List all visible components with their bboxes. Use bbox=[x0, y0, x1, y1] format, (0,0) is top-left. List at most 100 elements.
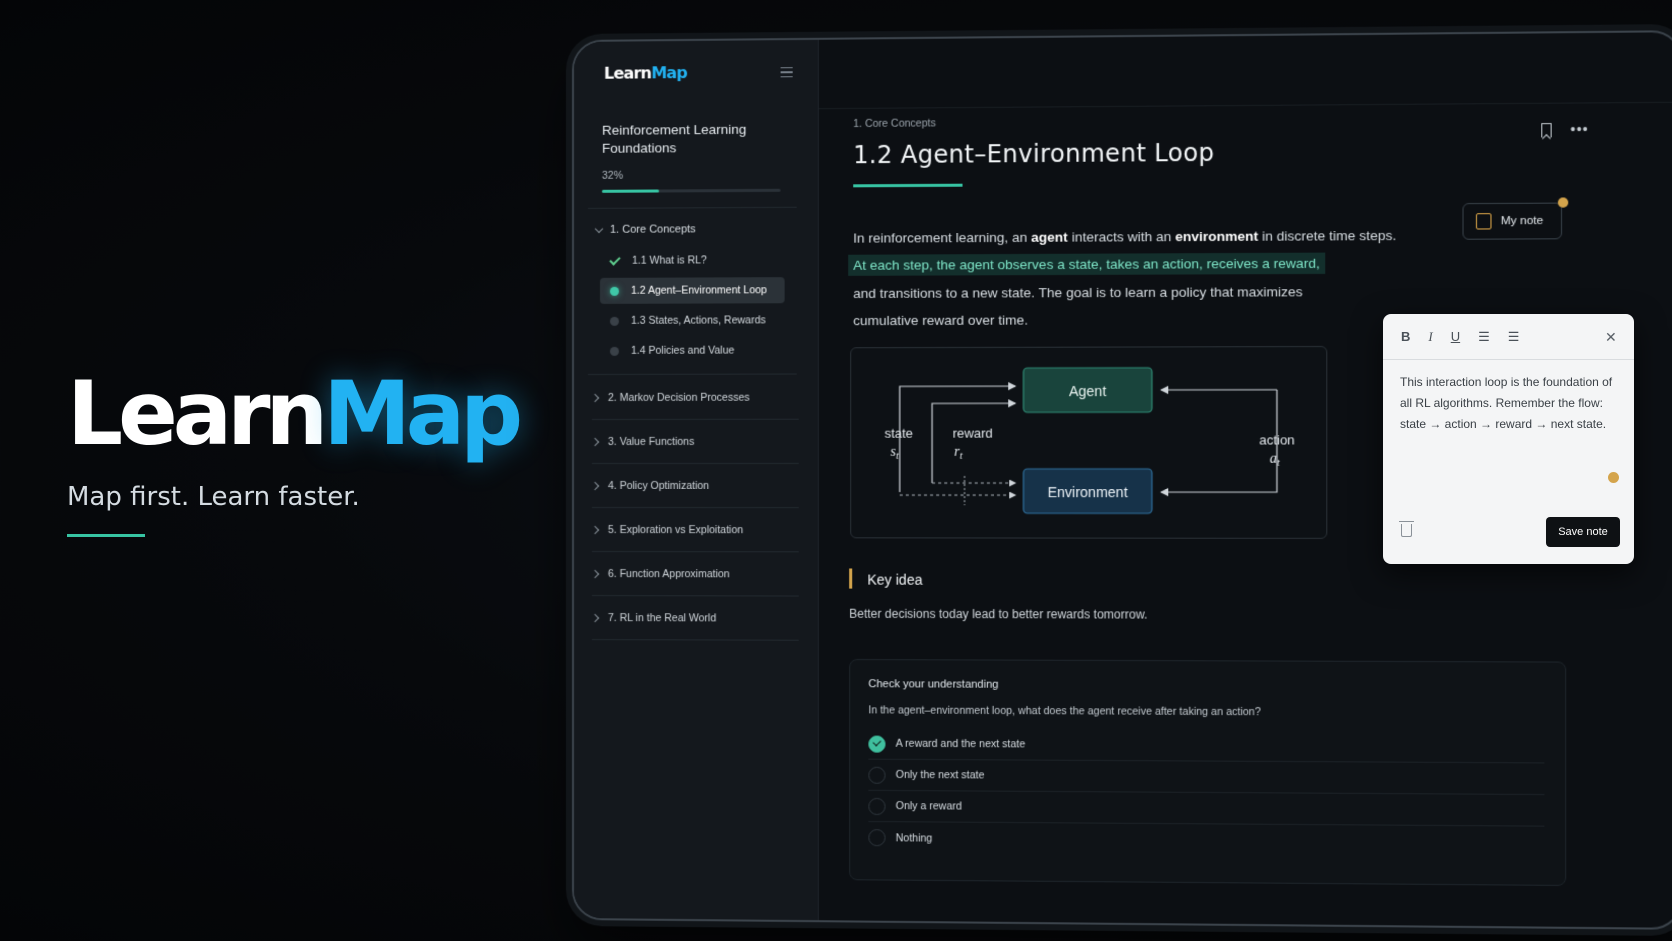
text-run: in discrete time steps. bbox=[1258, 227, 1397, 244]
action-symbol-letter: a bbox=[1270, 452, 1277, 467]
note-indicator-dot bbox=[1557, 197, 1569, 208]
brand-logo[interactable]: LearnMap bbox=[604, 63, 687, 83]
module-label: 1. Core Concepts bbox=[609, 223, 696, 236]
action-label: action bbox=[1259, 432, 1295, 447]
title-underline bbox=[853, 183, 963, 188]
sidebar-divider bbox=[587, 206, 797, 209]
breadcrumb[interactable]: 1. Core Concepts bbox=[853, 117, 936, 130]
quiz-option[interactable]: Nothing bbox=[868, 822, 1544, 858]
state-symbol: st bbox=[890, 445, 899, 462]
hero-logo: LearnMap bbox=[67, 370, 523, 458]
term-agent: agent bbox=[1031, 229, 1068, 245]
term-environment: environment bbox=[1175, 228, 1259, 245]
module-label: 2. Markov Decision Processes bbox=[607, 391, 750, 404]
agent-environment-diagram: Agent Environment state st reward rt act… bbox=[850, 346, 1327, 539]
note-toolbar: B I U ☰ ☰ bbox=[1383, 314, 1634, 360]
state-label: state bbox=[884, 426, 913, 441]
bold-button[interactable]: B bbox=[1401, 329, 1410, 344]
more-options-icon[interactable]: ••• bbox=[1570, 121, 1588, 137]
italic-button[interactable]: I bbox=[1428, 329, 1432, 345]
key-idea-text: Better decisions today lead to better re… bbox=[849, 606, 1148, 622]
radio-icon[interactable] bbox=[868, 829, 886, 847]
brand-map: Map bbox=[651, 63, 688, 83]
body-paragraph-line: In reinforcement learning, an agent inte… bbox=[853, 228, 1425, 246]
bookmark-icon[interactable] bbox=[1541, 123, 1552, 138]
save-note-button[interactable]: Save note bbox=[1546, 517, 1620, 547]
quiz-option[interactable]: Only a reward bbox=[868, 790, 1545, 827]
chevron-right-icon bbox=[590, 481, 600, 490]
note-text-area[interactable]: This interaction loop is the foundation … bbox=[1400, 372, 1620, 435]
menu-icon[interactable] bbox=[780, 67, 793, 78]
module-item[interactable]: 6. Function Approximation bbox=[590, 552, 799, 597]
text-run: interacts with an bbox=[1067, 228, 1176, 245]
module-core-concepts[interactable]: 1. Core Concepts bbox=[594, 223, 696, 236]
hero: LearnMap Map first. Learn faster. bbox=[67, 370, 523, 537]
module-label: 3. Value Functions bbox=[607, 435, 695, 448]
radio-checked-icon[interactable] bbox=[868, 735, 886, 753]
course-progress-fill bbox=[601, 189, 659, 193]
highlighted-sentence[interactable]: At each step, the agent observes a state… bbox=[848, 252, 1425, 276]
course-progress-bar bbox=[601, 188, 781, 193]
active-dot-icon bbox=[609, 286, 619, 296]
module-item[interactable]: 3. Value Functions bbox=[590, 419, 799, 464]
reward-symbol: rt bbox=[954, 445, 963, 462]
quiz-title: Check your understanding bbox=[868, 678, 999, 691]
text-run: In reinforcement learning, an bbox=[853, 229, 1032, 246]
note-icon bbox=[1475, 213, 1492, 230]
module-item[interactable]: 4. Policy Optimization bbox=[590, 463, 799, 509]
quiz-question: In the agent–environment loop, what does… bbox=[868, 704, 1261, 719]
brand-learn: Learn bbox=[603, 63, 652, 83]
lesson-what-is-rl[interactable]: 1.1 What is RL? bbox=[600, 247, 785, 274]
action-symbol: at bbox=[1270, 452, 1280, 469]
body-paragraph-line: and transitions to a new state. The goal… bbox=[853, 284, 1303, 301]
sidebar: LearnMap Reinforcement Learning Foundati… bbox=[573, 39, 819, 921]
quiz-card: Check your understanding In the agent–en… bbox=[849, 658, 1567, 886]
chevron-right-icon bbox=[590, 437, 600, 446]
agent-label: Agent bbox=[1069, 383, 1106, 399]
hero-logo-map: Map bbox=[323, 362, 523, 465]
lesson-states-actions-rewards[interactable]: 1.3 States, Actions, Rewards bbox=[600, 307, 785, 334]
chevron-right-icon bbox=[590, 613, 600, 622]
my-note-label: My note bbox=[1500, 214, 1544, 228]
module-item[interactable]: 5. Exploration vs Exploitation bbox=[590, 508, 799, 553]
chevron-right-icon bbox=[590, 569, 600, 578]
page-title: 1.2 Agent–Environment Loop bbox=[853, 138, 1215, 170]
topbar-divider bbox=[818, 101, 1672, 110]
reward-label: reward bbox=[953, 426, 993, 441]
module-item[interactable]: 7. RL in the Real World bbox=[590, 596, 799, 641]
bullet-list-icon[interactable]: ☰ bbox=[1478, 329, 1490, 345]
option-label: A reward and the next state bbox=[895, 737, 1026, 751]
hero-logo-learn: Learn bbox=[67, 362, 328, 465]
chevron-right-icon bbox=[590, 393, 600, 402]
dot-icon bbox=[609, 346, 619, 356]
lesson-policies-and-value[interactable]: 1.4 Policies and Value bbox=[600, 337, 785, 364]
module-item[interactable]: 2. Markov Decision Processes bbox=[590, 375, 799, 420]
reward-arrow bbox=[932, 403, 1015, 483]
lesson-label: 1.1 What is RL? bbox=[631, 254, 707, 267]
module-label: 5. Exploration vs Exploitation bbox=[607, 523, 744, 536]
note-color-dot[interactable] bbox=[1608, 472, 1619, 483]
my-note-button[interactable]: My note bbox=[1462, 202, 1563, 240]
underline-button[interactable]: U bbox=[1451, 329, 1460, 344]
lesson-label: 1.3 States, Actions, Rewards bbox=[630, 314, 766, 327]
numbered-list-icon[interactable]: ☰ bbox=[1508, 329, 1520, 345]
radio-icon[interactable] bbox=[868, 766, 886, 784]
option-label: Nothing bbox=[895, 831, 933, 845]
close-icon[interactable]: ✕ bbox=[1605, 329, 1617, 346]
diagram-svg: Agent Environment state st reward rt act… bbox=[851, 347, 1328, 540]
radio-icon[interactable] bbox=[868, 797, 886, 815]
body-paragraph-line: cumulative reward over time. bbox=[853, 312, 1029, 329]
note-editor-popup: B I U ☰ ☰ ✕ This interaction loop is the… bbox=[1383, 314, 1634, 564]
trash-icon[interactable] bbox=[1399, 521, 1414, 537]
reward-symbol-subscript: t bbox=[960, 451, 963, 462]
module-label: 4. Policy Optimization bbox=[607, 479, 710, 492]
quiz-option[interactable]: Only the next state bbox=[868, 759, 1545, 796]
action-symbol-subscript: t bbox=[1277, 458, 1280, 469]
hero-tagline: Map first. Learn faster. bbox=[67, 482, 360, 512]
lesson-label: 1.2 Agent–Environment Loop bbox=[630, 284, 767, 297]
quiz-option[interactable]: A reward and the next state bbox=[868, 728, 1545, 764]
lesson-agent-environment-loop[interactable]: 1.2 Agent–Environment Loop bbox=[599, 277, 785, 304]
course-title: Reinforcement Learning Foundations bbox=[601, 121, 747, 156]
course-progress-label: 32% bbox=[601, 169, 623, 182]
option-label: Only a reward bbox=[895, 800, 962, 813]
